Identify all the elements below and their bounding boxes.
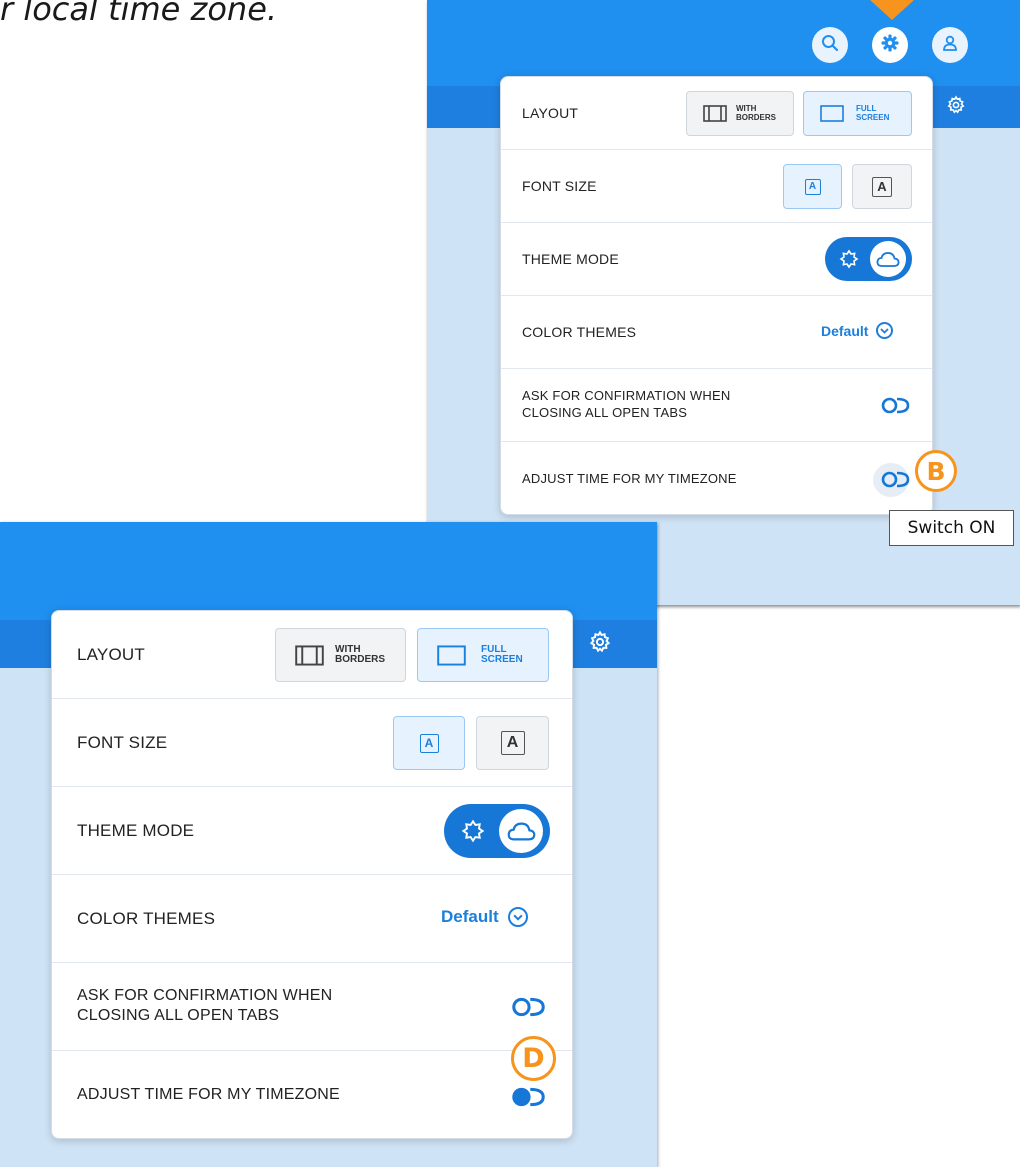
settings-panel: LAYOUT WITH BORDERS FULL SCREEN FONT SIZ…: [500, 76, 933, 515]
marker-d: D: [511, 1036, 556, 1081]
user-button[interactable]: [932, 27, 968, 63]
color-themes-row: COLOR THEMES Default: [52, 875, 572, 963]
chevron-down-icon: [876, 322, 894, 339]
fullscreen-layout-icon: [437, 644, 466, 666]
sun-icon: [461, 819, 485, 843]
cloud-icon: [507, 822, 535, 840]
full-screen-line2: SCREEN: [481, 654, 523, 665]
marker-b: B: [915, 450, 957, 492]
confirm-close-line1: ASK FOR CONFIRMATION WHEN: [522, 388, 731, 403]
timezone-label: ADJUST TIME FOR MY TIMEZONE: [77, 1086, 340, 1103]
layout-with-borders-button[interactable]: WITH BORDERS: [686, 91, 794, 136]
theme-mode-toggle[interactable]: [444, 804, 550, 858]
toggle-switch-icon: [512, 997, 545, 1017]
timezone-toggle[interactable]: [511, 1087, 546, 1107]
color-themes-label: COLOR THEMES: [522, 324, 637, 340]
font-size-label: FONT SIZE: [522, 178, 597, 194]
timezone-toggle[interactable]: [881, 471, 910, 488]
layout-row: LAYOUT WITH BORDERS FULL SCREEN: [501, 77, 932, 150]
switch-on-tooltip: Switch ON: [889, 510, 1014, 546]
layout-label: LAYOUT: [522, 105, 579, 121]
font-size-large-button[interactable]: A: [476, 716, 549, 770]
settings-button[interactable]: [872, 27, 908, 63]
sub-header-gear-icon[interactable]: [946, 95, 966, 115]
theme-mode-row: THEME MODE: [501, 223, 932, 296]
full-screen-line2: SCREEN: [856, 112, 890, 122]
layout-with-borders-button[interactable]: WITH BORDERS: [275, 628, 406, 682]
font-size-row: FONT SIZE A A: [501, 150, 932, 223]
color-themes-row: COLOR THEMES Default: [501, 296, 932, 369]
confirm-close-row: ASK FOR CONFIRMATION WHEN CLOSING ALL OP…: [52, 963, 572, 1051]
toggle-switch-icon: [512, 1087, 545, 1107]
confirm-close-label: ASK FOR CONFIRMATION WHEN CLOSING ALL OP…: [77, 986, 332, 1026]
font-size-row: FONT SIZE A A: [52, 699, 572, 787]
font-size-large-button[interactable]: A: [852, 164, 912, 209]
confirm-close-toggle[interactable]: [881, 397, 910, 414]
toggle-switch-icon: [881, 471, 910, 488]
confirm-close-row: ASK FOR CONFIRMATION WHEN CLOSING ALL OP…: [501, 369, 932, 442]
color-themes-value: Default: [821, 322, 869, 339]
color-themes-dropdown[interactable]: Default: [441, 907, 528, 927]
theme-toggle-knob: [870, 241, 906, 277]
font-large-icon: A: [872, 176, 892, 197]
cloud-icon: [876, 251, 900, 267]
color-themes-label: COLOR THEMES: [77, 908, 216, 928]
confirm-close-toggle[interactable]: [511, 997, 546, 1017]
layout-row: LAYOUT WITH BORDERS FULL SCREEN: [52, 611, 572, 699]
theme-mode-row: THEME MODE: [52, 787, 572, 875]
confirm-close-line1: ASK FOR CONFIRMATION WHEN: [77, 987, 333, 1004]
settings-panel: LAYOUT WITH BORDERS FULL SCREEN FONT SIZ…: [51, 610, 573, 1139]
confirm-close-line2: CLOSING ALL OPEN TABS: [522, 405, 688, 420]
timezone-row: ADJUST TIME FOR MY TIMEZONE: [52, 1051, 572, 1139]
confirm-close-line2: CLOSING ALL OPEN TABS: [77, 1007, 280, 1024]
chevron-down-icon: [507, 907, 528, 927]
fullscreen-layout-icon: [820, 105, 844, 122]
search-button[interactable]: [812, 27, 848, 63]
toggle-switch-icon: [881, 397, 910, 414]
font-size-small-button[interactable]: A: [783, 164, 842, 209]
user-icon: [940, 33, 960, 58]
color-themes-dropdown[interactable]: Default: [821, 322, 894, 339]
borders-layout-icon: [295, 644, 324, 666]
color-themes-value: Default: [441, 907, 499, 926]
confirm-close-label: ASK FOR CONFIRMATION WHEN CLOSING ALL OP…: [522, 387, 730, 421]
layout-full-screen-button[interactable]: FULL SCREEN: [803, 91, 912, 136]
theme-mode-label: THEME MODE: [522, 251, 619, 267]
font-small-icon: A: [419, 733, 439, 753]
layout-full-screen-button[interactable]: FULL SCREEN: [417, 628, 549, 682]
gear-icon: [880, 33, 900, 58]
theme-mode-toggle[interactable]: [825, 237, 912, 281]
font-size-small-button[interactable]: A: [393, 716, 465, 770]
timezone-label: ADJUST TIME FOR MY TIMEZONE: [522, 471, 737, 486]
font-size-label: FONT SIZE: [77, 732, 168, 752]
settings-screenshot-after: LAYOUT WITH BORDERS FULL SCREEN FONT SIZ…: [0, 522, 657, 1167]
theme-toggle-knob: [499, 809, 543, 853]
layout-label: LAYOUT: [77, 644, 145, 664]
sub-header-gear-icon[interactable]: [588, 630, 612, 654]
font-small-icon: A: [804, 178, 821, 195]
app-header: [0, 522, 657, 620]
theme-mode-label: THEME MODE: [77, 820, 195, 840]
borders-layout-icon: [703, 105, 727, 122]
instruction-caption: r local time zone.: [0, 0, 278, 28]
sun-icon: [839, 249, 859, 269]
search-icon: [820, 33, 840, 58]
timezone-row: ADJUST TIME FOR MY TIMEZONE: [501, 442, 932, 515]
font-large-icon: A: [500, 731, 525, 755]
with-borders-line2: BORDERS: [736, 112, 777, 122]
with-borders-line2: BORDERS: [335, 654, 386, 665]
